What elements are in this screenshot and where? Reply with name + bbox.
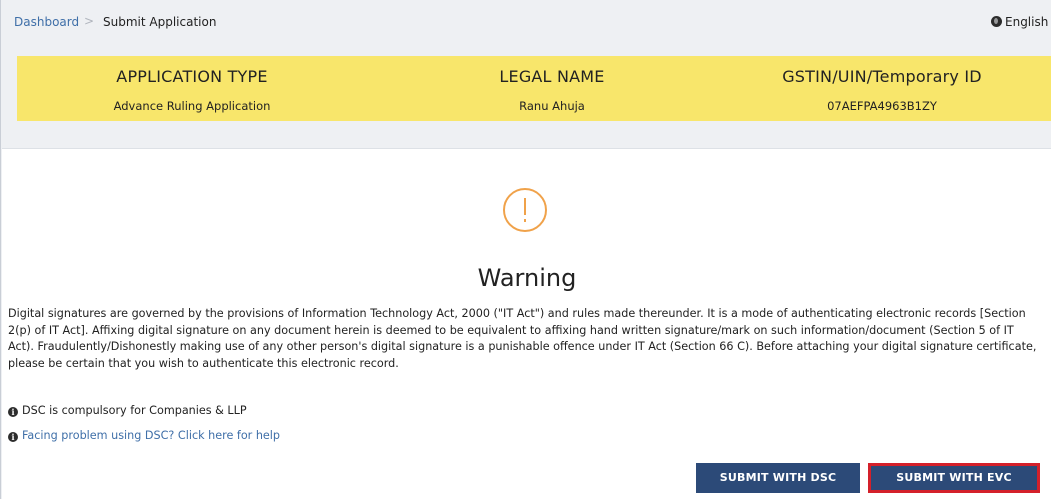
warning-circle-icon	[503, 188, 547, 232]
application-info-band: APPLICATION TYPE Advance Ruling Applicat…	[17, 56, 1051, 121]
application-type-heading: APPLICATION TYPE	[116, 67, 268, 86]
info-icon: i	[8, 407, 18, 417]
application-type-value: Advance Ruling Application	[113, 99, 271, 113]
warning-body-text: Digital signatures are governed by the p…	[8, 307, 1037, 370]
gstin-column: GSTIN/UIN/Temporary ID 07AEFPA4963B1ZY	[752, 56, 1012, 121]
language-selector[interactable]: English	[991, 15, 1048, 29]
dsc-compulsory-text: DSC is compulsory for Companies & LLP	[22, 404, 247, 417]
legal-name-value: Ranu Ahuja	[519, 99, 585, 113]
breadcrumb-current: Submit Application	[103, 15, 217, 29]
application-type-column: APPLICATION TYPE Advance Ruling Applicat…	[67, 56, 317, 121]
info-icon: i	[8, 432, 18, 442]
warning-exclamation-dot	[524, 219, 526, 222]
legal-name-column: LEGAL NAME Ranu Ahuja	[427, 56, 677, 121]
globe-icon	[991, 16, 1002, 27]
warning-exclamation-bar	[524, 198, 526, 215]
gstin-value: 07AEFPA4963B1ZY	[827, 99, 937, 113]
legal-name-heading: LEGAL NAME	[499, 67, 605, 86]
warning-panel: Warning Digital signatures are governed …	[2, 148, 1051, 499]
gstin-heading: GSTIN/UIN/Temporary ID	[782, 67, 982, 86]
page-frame: Dashboard > Submit Application English A…	[0, 0, 1051, 499]
language-label: English	[1005, 15, 1049, 29]
dsc-help-link[interactable]: i Facing problem using DSC? Click here fo…	[8, 429, 280, 442]
submit-with-dsc-button[interactable]: SUBMIT WITH DSC	[696, 463, 860, 493]
submit-with-evc-button[interactable]: SUBMIT WITH EVC	[868, 463, 1040, 493]
dsc-compulsory-note: i DSC is compulsory for Companies & LLP	[8, 404, 247, 417]
warning-title: Warning	[477, 264, 577, 292]
dsc-help-text[interactable]: Facing problem using DSC? Click here for…	[22, 429, 280, 442]
breadcrumb-separator: >	[84, 14, 95, 28]
breadcrumb-dashboard-link[interactable]: Dashboard	[14, 15, 79, 29]
breadcrumb: Dashboard > Submit Application English	[1, 0, 1051, 44]
